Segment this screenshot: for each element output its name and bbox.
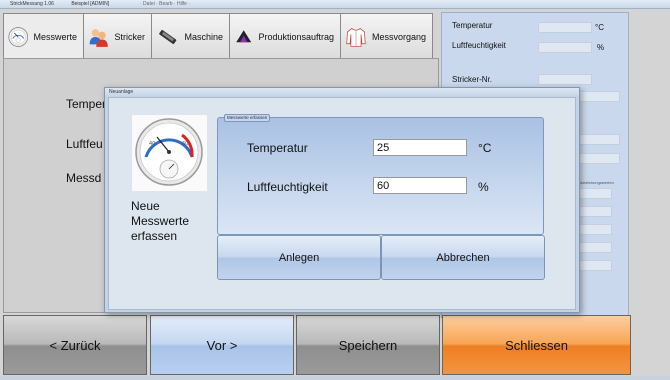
thermometer-icon <box>8 27 29 47</box>
taskbar-strip <box>0 376 670 380</box>
create-button[interactable]: Anlegen <box>217 235 381 280</box>
tab-stricker[interactable]: Stricker <box>83 13 152 59</box>
rp-temperatur-label: Temperatur <box>452 21 493 30</box>
measurement-group: Messwerte erfassen Temperatur °C Luftfeu… <box>217 114 544 235</box>
rp-field <box>578 153 620 164</box>
next-button[interactable]: Vor > <box>150 315 294 375</box>
rp-field <box>578 260 612 271</box>
svg-text:60: 60 <box>182 141 188 147</box>
rp-luftfeuchtigkeit-field <box>538 42 592 53</box>
tab-maschine[interactable]: Maschine <box>151 13 230 59</box>
rp-field <box>578 188 612 199</box>
sweater-icon <box>346 27 366 47</box>
fabric-icon <box>236 29 252 42</box>
rp-small-label: Abweichungswerten <box>578 180 614 185</box>
tab-label: Stricker <box>114 31 145 42</box>
temperatur-field-label: Temperatur <box>247 141 308 155</box>
window-subtitle: Beispiel [ADMIN] <box>71 1 110 7</box>
tab-label: Produktionsauftrag <box>258 31 334 42</box>
temperatur-input[interactable] <box>373 139 467 156</box>
rp-luftfeuchtigkeit-label: Luftfeuchtigkeit <box>452 41 506 50</box>
rp-temperatur-unit: °C <box>595 23 604 32</box>
tab-messvorgang[interactable]: Messvorgang <box>340 13 433 59</box>
dialog-title: Neuanlage <box>105 88 579 97</box>
dialog-caption: Neue Messwerte erfassen <box>131 199 190 243</box>
svg-text:40: 40 <box>149 141 155 147</box>
tab-messwerte[interactable]: Messwerte <box>3 13 84 60</box>
back-button[interactable]: < Zurück <box>3 315 147 375</box>
hygrometer-icon: 40 60 <box>132 115 207 191</box>
rp-temperatur-field <box>538 22 592 33</box>
tab-label: Maschine <box>184 31 223 42</box>
machine-icon <box>159 29 177 44</box>
cancel-button[interactable]: Abbrechen <box>381 235 545 280</box>
rp-field <box>578 206 612 217</box>
temperatur-unit: °C <box>478 141 492 155</box>
new-entry-dialog: Neuanlage 40 60 Neue Messwerte erfassen … <box>104 87 580 313</box>
tab-produktionsauftrag[interactable]: Produktionsauftrag <box>229 13 341 59</box>
menu-hint: · Datei · Bearb · Hilfe · <box>140 1 191 7</box>
window-titlebar: StrickMessung 1.06 Beispiel [ADMIN] · Da… <box>0 0 670 9</box>
tab-bar: Messwerte Stricker Maschine Produktionsa… <box>3 13 433 60</box>
save-button[interactable]: Speichern <box>296 315 440 375</box>
rp-field <box>578 91 620 102</box>
tab-label: Messwerte <box>33 32 77 42</box>
luftfeuchtigkeit-field-label: Luftfeuchtigkeit <box>247 180 328 194</box>
tab-label: Messvorgang <box>371 31 426 42</box>
close-button[interactable]: Schliessen <box>442 315 631 375</box>
dialog-body: 40 60 Neue Messwerte erfassen Messwerte … <box>108 97 576 310</box>
rp-field <box>578 134 620 145</box>
users-icon <box>89 28 108 47</box>
luftfeuchtigkeit-input[interactable] <box>373 177 467 194</box>
rp-field <box>578 224 612 235</box>
rp-stricker-field <box>538 74 592 85</box>
temperatur-label: Temper <box>66 97 107 111</box>
rp-luftfeuchtigkeit-unit: % <box>597 43 605 52</box>
group-title: Messwerte erfassen <box>224 114 271 122</box>
luftfeuchtigkeit-label: Luftfeu <box>66 137 103 151</box>
luftfeuchtigkeit-unit: % <box>478 180 489 194</box>
window-title: StrickMessung 1.06 <box>10 1 54 7</box>
rp-stricker-label: Stricker-Nr. <box>452 75 492 84</box>
messdatum-label: Messd <box>66 171 102 185</box>
rp-field <box>578 242 612 253</box>
